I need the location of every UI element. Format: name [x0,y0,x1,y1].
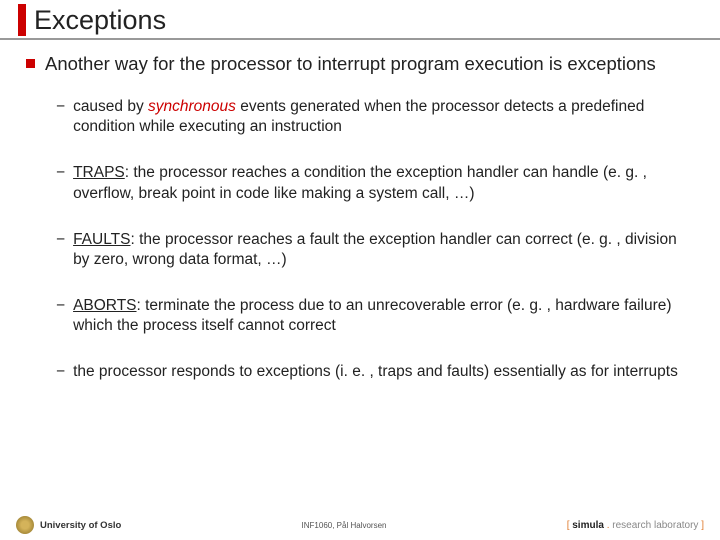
list-item: − TRAPS: the processor reaches a conditi… [56,163,694,203]
footer: University of Oslo INF1060, Pål Halvorse… [0,516,720,534]
footer-university: University of Oslo [40,520,121,531]
title-bar: Exceptions [0,0,720,40]
footer-course: INF1060, Pål Halvorsen [302,521,387,530]
dash-icon: − [56,163,65,183]
dash-icon: − [56,230,65,250]
slide-title: Exceptions [34,5,166,36]
brand-name: simula [572,520,604,531]
item-label: TRAPS [73,164,125,181]
footer-left: University of Oslo [16,516,121,534]
text-emph: synchronous [148,98,236,115]
list-item-text: FAULTS: the processor reaches a fault th… [73,230,694,270]
item-label: ABORTS [73,297,136,314]
text-pre: caused by [73,98,148,115]
main-bullet-text: Another way for the processor to interru… [45,52,656,75]
list-item: − caused by synchronous events generated… [56,97,694,137]
list-item-text: ABORTS: terminate the process due to an … [73,296,694,336]
list-item-text: caused by synchronous events generated w… [73,97,694,137]
footer-simula: [ simula . research laboratory ] [567,520,704,531]
item-body: : terminate the process due to an unreco… [73,297,671,334]
title-accent [18,4,26,36]
brand-lab: research laboratory [612,520,698,531]
list-item-text: TRAPS: the processor reaches a condition… [73,163,694,203]
bracket-close: ] [698,520,704,531]
content-area: Another way for the processor to interru… [0,40,720,382]
dash-icon: − [56,97,65,117]
main-bullet: Another way for the processor to interru… [26,52,694,75]
item-body: : the processor reaches a condition the … [73,164,647,201]
item-label: FAULTS [73,231,130,248]
list-item: − ABORTS: terminate the process due to a… [56,296,694,336]
dash-icon: − [56,362,65,382]
list-item-text: the processor responds to exceptions (i.… [73,362,678,382]
list-item: − the processor responds to exceptions (… [56,362,694,382]
sub-list: − caused by synchronous events generated… [26,97,694,382]
list-item: − FAULTS: the processor reaches a fault … [56,230,694,270]
uio-seal-icon [16,516,34,534]
bullet-square-icon [26,59,35,68]
dash-icon: − [56,296,65,316]
item-body: : the processor reaches a fault the exce… [73,231,677,268]
